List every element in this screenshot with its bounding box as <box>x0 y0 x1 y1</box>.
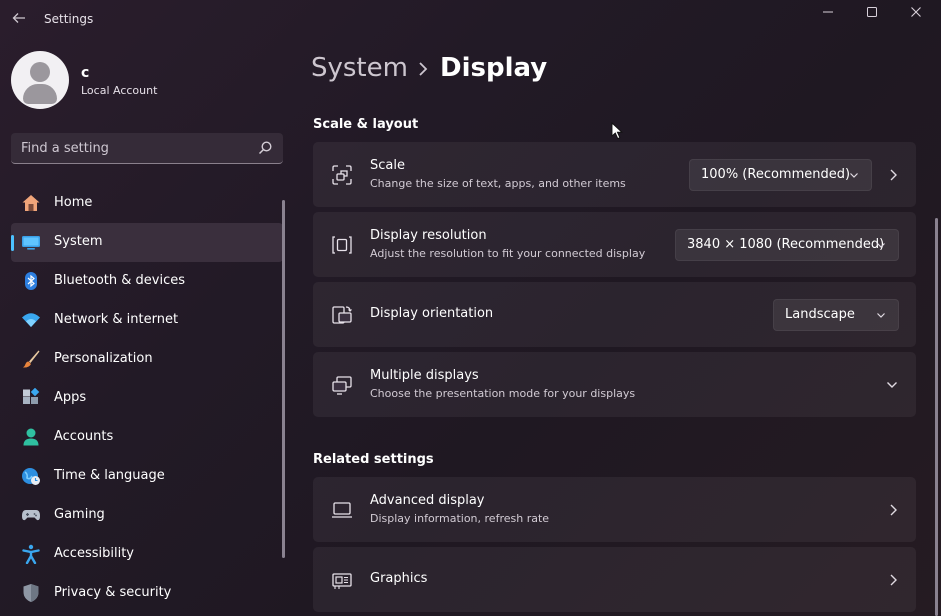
avatar-body <box>23 84 57 104</box>
network-icon <box>22 313 40 327</box>
sidebar-item-time-language[interactable]: Time & language <box>11 457 283 496</box>
scale-title: Scale <box>370 158 405 173</box>
sidebar-item-label: Home <box>54 195 93 210</box>
sidebar-item-system[interactable]: System <box>11 223 283 262</box>
chevron-down-icon <box>850 173 858 178</box>
graphics-card[interactable]: Graphics <box>313 547 916 612</box>
multiple-displays-icon <box>332 376 352 395</box>
advanced-display-card[interactable]: Advanced display Display information, re… <box>313 477 916 542</box>
scale-value: 100% (Recommended) <box>701 167 851 182</box>
scale-subtitle: Change the size of text, apps, and other… <box>370 177 626 190</box>
sidebar-item-label: Bluetooth & devices <box>54 273 185 288</box>
minimize-button[interactable] <box>806 2 850 24</box>
section-title-related-settings: Related settings <box>313 452 434 467</box>
gaming-icon <box>22 510 40 521</box>
advanced-display-title: Advanced display <box>370 493 485 508</box>
display-resolution-dropdown[interactable]: 3840 × 1080 (Recommended) <box>675 229 899 261</box>
sidebar-item-personalization[interactable]: Personalization <box>11 340 283 379</box>
search-box[interactable] <box>11 133 283 164</box>
chevron-down-icon <box>877 243 885 248</box>
sidebar-nav: Home System Bluetooth & devices Network <box>11 184 283 613</box>
sidebar-item-label: Network & internet <box>54 312 179 327</box>
content-scrollbar[interactable] <box>935 218 938 616</box>
accounts-icon <box>23 428 39 446</box>
graphics-card-icon <box>332 573 352 589</box>
settings-window: Settings c Local Account Home <box>0 0 941 616</box>
user-name: c <box>81 65 90 81</box>
app-title: Settings <box>44 12 94 26</box>
sidebar-item-home[interactable]: Home <box>11 184 283 223</box>
breadcrumb-parent[interactable]: System <box>311 53 408 83</box>
personalization-icon <box>23 350 40 368</box>
search-input[interactable] <box>21 139 251 157</box>
active-indicator <box>11 235 14 251</box>
accessibility-icon <box>22 544 40 564</box>
scale-dropdown[interactable]: 100% (Recommended) <box>689 159 872 191</box>
advanced-display-subtitle: Display information, refresh rate <box>370 512 550 525</box>
display-resolution-card: Display resolution Adjust the resolution… <box>313 212 916 277</box>
maximize-button[interactable] <box>850 2 894 24</box>
display-orientation-card: Display orientation Landscape <box>313 282 916 347</box>
scale-card[interactable]: Scale Change the size of text, apps, and… <box>313 142 916 207</box>
multiple-displays-card[interactable]: Multiple displays Choose the presentatio… <box>313 352 916 417</box>
scale-icon <box>332 165 352 185</box>
display-resolution-title: Display resolution <box>370 228 487 243</box>
chevron-down-icon[interactable] <box>886 380 898 390</box>
sidebar-item-accessibility[interactable]: Accessibility <box>11 535 283 574</box>
sidebar-item-accounts[interactable]: Accounts <box>11 418 283 457</box>
sidebar-item-label: Time & language <box>54 468 165 483</box>
sidebar-item-label: Personalization <box>54 351 153 366</box>
back-arrow-icon <box>12 13 25 23</box>
apps-icon <box>23 388 40 404</box>
chevron-down-icon <box>877 313 885 318</box>
title-bar: Settings <box>0 0 941 40</box>
close-button[interactable] <box>894 2 938 24</box>
orientation-icon <box>332 306 352 324</box>
page-title: Display <box>440 53 548 83</box>
monitor-icon <box>332 502 352 518</box>
bluetooth-icon <box>25 272 37 290</box>
section-title-scale-layout: Scale & layout <box>313 117 419 132</box>
display-orientation-dropdown[interactable]: Landscape <box>773 299 899 331</box>
home-icon <box>22 195 40 211</box>
avatar[interactable] <box>11 51 69 109</box>
avatar-head <box>30 62 50 82</box>
chevron-right-icon <box>419 62 428 76</box>
sidebar-item-label: System <box>54 234 103 249</box>
chevron-right-icon <box>890 504 897 516</box>
sidebar-item-label: Gaming <box>54 507 105 522</box>
back-button[interactable] <box>8 6 30 30</box>
display-resolution-subtitle: Adjust the resolution to fit your connec… <box>370 247 646 260</box>
display-orientation-title: Display orientation <box>370 306 494 321</box>
privacy-security-icon <box>23 584 39 602</box>
display-orientation-value: Landscape <box>785 307 855 322</box>
mouse-cursor-icon <box>611 122 623 140</box>
sidebar-item-bluetooth[interactable]: Bluetooth & devices <box>11 262 283 301</box>
account-type: Local Account <box>81 84 158 97</box>
sidebar-scrollbar[interactable] <box>282 200 285 558</box>
maximize-icon <box>867 7 877 17</box>
chevron-right-icon[interactable] <box>888 168 898 182</box>
sidebar-item-apps[interactable]: Apps <box>11 379 283 418</box>
graphics-title: Graphics <box>370 571 428 586</box>
minimize-icon <box>823 11 833 13</box>
display-resolution-value: 3840 × 1080 (Recommended) <box>687 237 885 252</box>
sidebar-item-label: Privacy & security <box>54 585 172 600</box>
multiple-displays-title: Multiple displays <box>370 368 479 383</box>
system-icon <box>22 236 40 250</box>
sidebar-item-label: Accounts <box>54 429 114 444</box>
search-icon[interactable] <box>257 140 273 156</box>
resolution-icon <box>332 236 352 254</box>
sidebar-item-network[interactable]: Network & internet <box>11 301 283 340</box>
sidebar-item-gaming[interactable]: Gaming <box>11 496 283 535</box>
close-icon <box>911 7 921 17</box>
sidebar-item-label: Accessibility <box>54 546 134 561</box>
multiple-displays-subtitle: Choose the presentation mode for your di… <box>370 387 636 400</box>
chevron-right-icon <box>890 574 897 586</box>
time-language-icon <box>22 468 40 485</box>
sidebar-item-privacy-security[interactable]: Privacy & security <box>11 574 283 613</box>
sidebar-item-label: Apps <box>54 390 87 405</box>
